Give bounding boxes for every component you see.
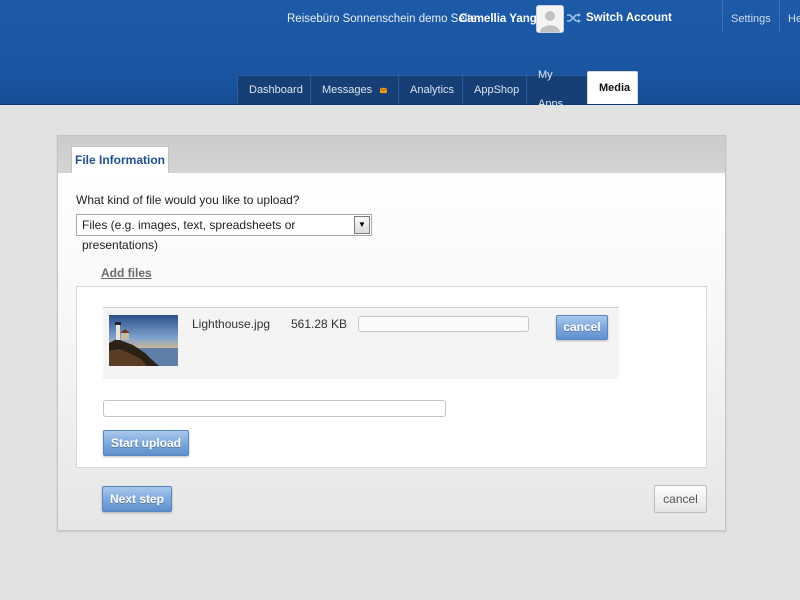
envelope-icon [380,87,387,93]
tab-label: Media [599,81,631,94]
top-header: Reisebüro Sonnenschein demo Seite Camell… [0,0,800,110]
help-link[interactable]: Help [788,13,800,25]
tab-messages[interactable]: Messages [310,75,398,104]
tab-label: Analytics [410,83,455,96]
avatar[interactable] [536,5,564,33]
lighthouse-thumbnail [109,315,178,366]
tab-media[interactable]: Media [587,71,638,104]
file-name: Lighthouse.jpg [192,317,271,331]
switch-account-label: Switch Account [586,12,672,24]
file-type-select[interactable]: Files (e.g. images, text, spreadsheets o… [76,214,372,252]
tab-label: My Apps [538,69,564,110]
overall-progress-bar [103,400,446,417]
start-upload-button[interactable]: Start upload [103,430,189,456]
shuffle-icon [567,13,581,23]
cancel-button[interactable]: cancel [654,485,707,513]
tab-file-information[interactable]: File Information [71,146,169,173]
header-divider [779,0,780,32]
next-step-button[interactable]: Next step [102,486,172,512]
panel-tab-bar: File Information [58,136,725,174]
tab-appshop[interactable]: AppShop [462,75,526,104]
file-type-selected-value: Files (e.g. images, text, spreadsheets o… [82,218,296,252]
tab-label: AppShop [474,83,520,96]
file-row: Lighthouse.jpg 561.28 KB cancel [103,307,619,379]
upload-queue: Lighthouse.jpg 561.28 KB cancel Start up… [76,286,707,468]
file-size: 561.28 KB [291,317,348,331]
main-nav: Dashboard Messages Analytics AppShop My … [237,69,638,110]
file-upload-panel: File Information What kind of file would… [57,135,726,531]
tab-dashboard[interactable]: Dashboard [237,75,310,104]
settings-link[interactable]: Settings [731,13,771,25]
tab-my-apps[interactable]: My Apps [526,69,587,110]
file-progress-bar [358,316,529,332]
tab-label: Messages [322,83,373,96]
panel-body: What kind of file would you like to uplo… [58,173,725,530]
site-title[interactable]: Reisebüro Sonnenschein demo Seite [287,13,477,25]
file-type-question: What kind of file would you like to uplo… [76,193,300,207]
switch-account-link[interactable]: Switch Account [567,12,672,24]
user-silhouette-icon [537,6,563,32]
tab-analytics[interactable]: Analytics [398,75,462,104]
tab-label: Dashboard [249,83,303,96]
user-name[interactable]: Camellia Yang [459,13,537,25]
add-files-link[interactable]: Add files [101,266,152,280]
cancel-file-button[interactable]: cancel [556,315,608,340]
dropdown-arrow-icon[interactable]: ▼ [354,216,370,234]
header-divider [722,0,723,32]
